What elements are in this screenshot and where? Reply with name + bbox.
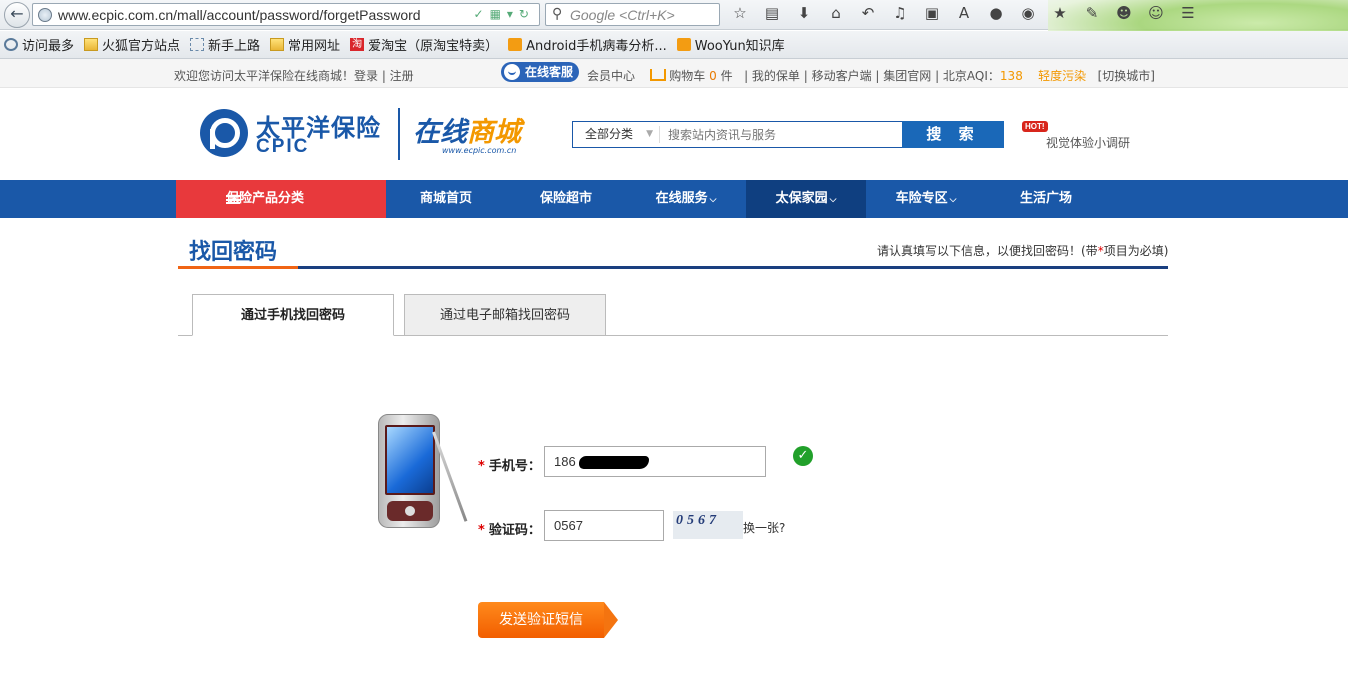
nav-item-auto-insurance[interactable]: 车险专区 ⌵ (866, 180, 986, 218)
cart-link[interactable]: 购物车 (669, 69, 705, 83)
weibo-icon[interactable]: ◉ (1018, 4, 1038, 26)
list-icon (226, 195, 240, 204)
title-divider (298, 266, 1168, 269)
paint-icon[interactable]: ✎ (1082, 4, 1102, 26)
welcome-text[interactable]: 欢迎您访问太平洋保险在线商城！登录 | 注册 (174, 67, 414, 84)
phone-keypad (387, 501, 433, 521)
search-icon (4, 38, 18, 51)
mall-url: www.ecpic.com.cn (442, 146, 517, 155)
taobao-icon: 淘 (350, 38, 365, 51)
search-button[interactable]: 搜 索 (902, 121, 1004, 148)
product-category-menu[interactable]: 保险产品分类 (176, 180, 386, 218)
tab-email-recovery[interactable]: 通过电子邮箱找回密码 (404, 294, 606, 336)
rss-icon (508, 38, 523, 51)
cpic-logo-icon[interactable] (200, 109, 248, 157)
main-nav: 保险产品分类 商城首页 保险超市 在线服务 ⌵ 太保家园 ⌵ 车险专区 ⌵ 生活广场 (0, 180, 1348, 218)
monkey-icon[interactable]: ☻ (1114, 4, 1134, 26)
crop-icon[interactable]: ▣ (922, 4, 942, 26)
nav-item-insurance-market[interactable]: 保险超市 (506, 180, 626, 218)
site-search: 全部分类 ▼ 搜 索 (572, 121, 1004, 148)
phone-label: * 手机号： (478, 459, 541, 474)
address-bar-tools-icon[interactable]: ✓▦▾↻ (474, 7, 535, 21)
bookmark-common-sites[interactable]: 常用网址 (270, 35, 340, 54)
nav-item-cpic-home[interactable]: 太保家园 ⌵ (746, 180, 866, 218)
bookmarks-bar: 访问最多 火狐官方站点 新手上路 常用网址 淘爱淘宝（原淘宝特卖） Androi… (0, 31, 1348, 59)
cart-icon[interactable] (650, 69, 667, 81)
bookmark-android-virus[interactable]: Android手机病毒分析... (508, 35, 667, 54)
reader-icon[interactable]: ▤ (762, 4, 782, 26)
tab-phone-recovery[interactable]: 通过手机找回密码 (192, 294, 394, 336)
back-arrow-icon[interactable]: ← (4, 2, 30, 28)
download-icon[interactable]: ⬇ (794, 4, 814, 26)
folder-icon (84, 38, 99, 51)
nav-item-mall-home[interactable]: 商城首页 (386, 180, 506, 218)
mobile-phone-icon (378, 414, 440, 528)
bookmark-getting-started[interactable]: 新手上路 (190, 35, 260, 54)
cart-unit: 件 (720, 69, 733, 83)
redaction-mark (579, 456, 649, 469)
logo-english[interactable]: CPIC (256, 136, 309, 158)
required-hint: 请认真填写以下信息，以便找回密码！(带*项目为必填) (877, 244, 1169, 258)
chevron-down-icon: ⌵ (949, 195, 957, 205)
rss-icon (676, 38, 691, 51)
chevron-down-icon: ▼ (646, 129, 653, 139)
service-face-icon (504, 64, 520, 80)
online-mall-logo[interactable]: 在线商城 (413, 110, 521, 149)
search-icon: ⚲ (552, 6, 563, 22)
bookmark-aitaobao[interactable]: 淘爱淘宝（原淘宝特卖） (350, 35, 498, 54)
address-bar[interactable]: www.ecpic.com.cn/mall/account/password/f… (32, 3, 540, 26)
nav-item-life-square[interactable]: 生活广场 (986, 180, 1106, 218)
nav-item-online-service[interactable]: 在线服务 ⌵ (626, 180, 746, 218)
refresh-captcha-link[interactable]: 换一张? (743, 519, 785, 536)
top-links: 会员中心 购物车 0 件 | 我的保单 | 移动客户端 | 集团官网 | 北京A… (587, 67, 1155, 84)
cart-count: 0 (709, 69, 717, 83)
smile-icon[interactable]: ☺ (1146, 4, 1166, 26)
captcha-label: * 验证码： (478, 523, 541, 538)
mall-logo-b: 商城 (467, 117, 521, 148)
browser-toolbar: ← www.ecpic.com.cn/mall/account/password… (0, 0, 1348, 58)
hamburger-menu-icon[interactable]: ☰ (1178, 4, 1198, 26)
site-header: 太平洋保险 CPIC 在线商城 www.ecpic.com.cn 全部分类 ▼ … (0, 88, 1348, 180)
chevron-down-icon: ⌵ (709, 195, 717, 205)
bookmark-firefox-site[interactable]: 火狐官方站点 (84, 35, 180, 54)
chat-icon[interactable]: ● (986, 4, 1006, 26)
hot-badge: HOT! (1022, 121, 1048, 132)
bookmark-wooyun[interactable]: WooYun知识库 (676, 35, 785, 54)
url-text[interactable]: www.ecpic.com.cn/mall/account/password/f… (58, 7, 421, 23)
toolbar-icons: ☆ ▤ ⬇ ⌂ ↶ ♫ ▣ A ● ◉ ★ ✎ ☻ ☺ ☰ (730, 4, 1198, 26)
aqi-level: 轻度污染 (1038, 69, 1087, 83)
site-top-bar: 欢迎您访问太平洋保险在线商城！登录 | 注册 在线客服 会员中心 购物车 0 件… (0, 59, 1348, 88)
send-sms-button[interactable]: 发送验证短信 (478, 602, 618, 638)
category-select[interactable]: 全部分类 ▼ (573, 122, 659, 147)
globe-icon (38, 8, 52, 22)
page-title: 找回密码 (189, 240, 278, 265)
online-service-button[interactable]: 在线客服 (501, 62, 579, 82)
bookmark-most-visited[interactable]: 访问最多 (4, 35, 74, 54)
phone-input[interactable]: 186 (544, 446, 766, 477)
page-icon (190, 38, 205, 51)
logo-divider (398, 108, 400, 160)
browser-search-box[interactable]: ⚲ Google <Ctrl+K> (545, 3, 720, 26)
undo-icon[interactable]: ↶ (858, 4, 878, 26)
chevron-down-icon: ⌵ (829, 195, 837, 205)
top-nav-links[interactable]: | 我的保单 | 移动客户端 | 集团官网 | 北京AQI： (744, 69, 1000, 83)
captcha-image[interactable]: 0567 (673, 511, 743, 539)
home-icon[interactable]: ⌂ (826, 4, 846, 26)
switch-city-link[interactable]: [切换城市] (1098, 69, 1155, 83)
aqi-value: 138 (999, 69, 1023, 83)
volume-icon[interactable]: ♫ (890, 4, 910, 26)
phone-screen (385, 425, 435, 495)
extension-icon[interactable]: ★ (1050, 4, 1070, 26)
dictionary-icon[interactable]: A (954, 4, 974, 26)
star-icon[interactable]: ☆ (730, 4, 750, 26)
folder-icon (270, 38, 285, 51)
survey-link[interactable]: 视觉体验小调研 (1046, 134, 1130, 151)
title-accent-line (178, 266, 298, 269)
member-center-link[interactable]: 会员中心 (587, 69, 635, 83)
captcha-input[interactable]: 0567 (544, 510, 664, 541)
browser-search-placeholder: Google <Ctrl+K> (570, 7, 675, 23)
check-circle-icon: ✓ (793, 446, 813, 466)
site-search-input[interactable] (659, 126, 899, 143)
